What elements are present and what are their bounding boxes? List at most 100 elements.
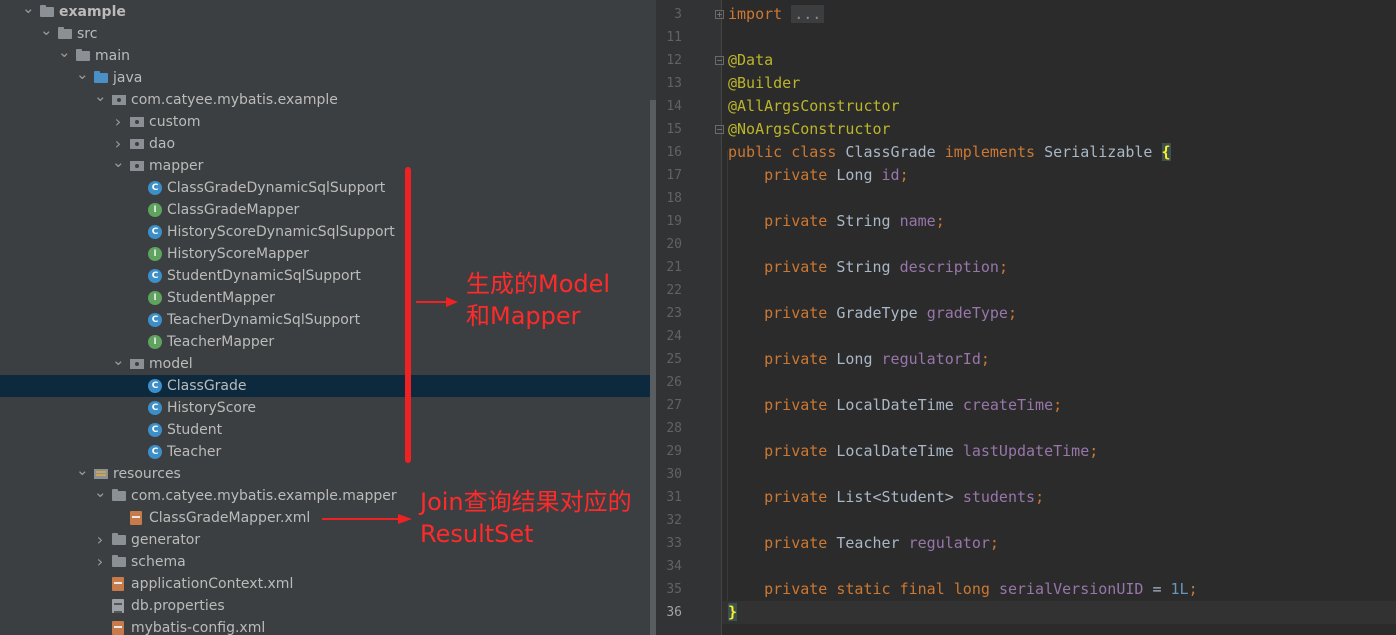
code-token: private: [764, 166, 837, 184]
code-line[interactable]: private Long id;: [728, 164, 909, 187]
tree-item-applicationcontext-xml[interactable]: applicationContext.xml: [0, 573, 656, 595]
code-line[interactable]: private String description;: [728, 256, 1008, 279]
code-token: Teacher: [836, 534, 909, 552]
code-line[interactable]: @Data: [728, 49, 773, 72]
code-token: name: [899, 212, 936, 230]
tree-item-teacher[interactable]: Teacher: [0, 441, 656, 463]
package-icon: [130, 117, 144, 127]
package-icon: [130, 139, 144, 149]
chevron-right-icon[interactable]: [94, 529, 106, 551]
code-token: private: [764, 396, 837, 414]
chevron-down-icon[interactable]: [112, 155, 124, 177]
code-line[interactable]: private GradeType gradeType;: [728, 302, 1017, 325]
tree-item-classgrademapper[interactable]: ClassGradeMapper: [0, 199, 656, 221]
fold-marker-icon[interactable]: +: [715, 10, 724, 19]
tree-item-classgradedynamicsqlsupport[interactable]: ClassGradeDynamicSqlSupport: [0, 177, 656, 199]
tree-item-custom[interactable]: custom: [0, 111, 656, 133]
tree-item-label: ClassGradeMapper: [167, 202, 300, 218]
code-line[interactable]: }: [728, 601, 738, 624]
class-icon: [148, 269, 162, 283]
code-line[interactable]: private LocalDateTime lastUpdateTime;: [728, 440, 1098, 463]
tree-item-example[interactable]: example: [0, 1, 656, 23]
line-number: 28: [666, 421, 682, 436]
code-token: String: [836, 258, 900, 276]
tree-item-classgrade[interactable]: ClassGrade: [0, 375, 656, 397]
tree-item-schema[interactable]: schema: [0, 551, 656, 573]
properties-file-icon: [112, 599, 124, 613]
code-line[interactable]: @NoArgsConstructor: [728, 118, 891, 141]
chevron-right-icon[interactable]: [112, 133, 124, 155]
chevron-down-icon[interactable]: [94, 89, 106, 111]
annotation-arrow-icon: [322, 514, 412, 524]
tree-item-model[interactable]: model: [0, 353, 656, 375]
tree-item-mapper[interactable]: mapper: [0, 155, 656, 177]
tree-item-label: TeacherDynamicSqlSupport: [167, 312, 361, 328]
tree-item-historyscoredynamicsqlsupport[interactable]: HistoryScoreDynamicSqlSupport: [0, 221, 656, 243]
code-token: regulator: [908, 534, 990, 552]
tree-item-student[interactable]: Student: [0, 419, 656, 441]
folder-icon: [76, 49, 90, 61]
code-token: Long: [836, 350, 882, 368]
tree-item-mybatis-config-xml[interactable]: mybatis-config.xml: [0, 617, 656, 635]
fold-marker-icon[interactable]: −: [715, 56, 724, 65]
code-token: private: [764, 304, 837, 322]
code-token: import: [728, 5, 783, 23]
tree-item-src[interactable]: src: [0, 23, 656, 45]
chevron-down-icon[interactable]: [76, 67, 88, 89]
chevron-down-icon[interactable]: [112, 353, 124, 375]
tree-item-main[interactable]: main: [0, 45, 656, 67]
code-token: private: [764, 350, 837, 368]
tree-item-historyscoremapper[interactable]: HistoryScoreMapper: [0, 243, 656, 265]
tree-item-label: StudentDynamicSqlSupport: [167, 268, 361, 284]
tree-item-label: HistoryScore: [167, 400, 257, 416]
code-line[interactable]: private List<Student> students;: [728, 486, 1044, 509]
chevron-right-icon[interactable]: [94, 551, 106, 573]
code-token: Long: [836, 166, 882, 184]
code-line[interactable]: @AllArgsConstructor: [728, 95, 900, 118]
tree-item-resources[interactable]: resources: [0, 463, 656, 485]
code-line[interactable]: private Teacher regulator;: [728, 532, 999, 555]
code-token: Serializable: [1044, 143, 1162, 161]
code-token: private: [764, 534, 837, 552]
code-line[interactable]: private static final long serialVersionU…: [728, 578, 1198, 601]
chevron-right-icon[interactable]: [112, 111, 124, 133]
code-line[interactable]: private String name;: [728, 210, 945, 233]
code-token: =: [1143, 580, 1171, 598]
line-number: 25: [666, 352, 682, 367]
project-folder-icon: [40, 5, 54, 17]
tree-item-label: src: [77, 26, 98, 42]
tree-item-label: HistoryScoreDynamicSqlSupport: [167, 224, 395, 240]
code-token: description: [899, 258, 999, 276]
class-icon: [148, 225, 162, 239]
code-line[interactable]: public class ClassGrade implements Seria…: [728, 141, 1171, 164]
code-line[interactable]: private LocalDateTime createTime;: [728, 394, 1062, 417]
code-token: @Data: [728, 51, 774, 69]
chevron-down-icon[interactable]: [40, 23, 52, 45]
code-token: ;: [1007, 304, 1017, 322]
tree-item-dao[interactable]: dao: [0, 133, 656, 155]
line-number: 17: [666, 168, 682, 183]
code-token: createTime: [962, 396, 1054, 414]
code-token: lastUpdateTime: [962, 442, 1090, 460]
code-token: private: [764, 258, 837, 276]
tree-item-teachermapper[interactable]: TeacherMapper: [0, 331, 656, 353]
fold-marker-icon[interactable]: −: [715, 125, 724, 134]
xml-file-icon: [112, 577, 124, 591]
tree-item-com-catyee-mybatis-example[interactable]: com.catyee.mybatis.example: [0, 89, 656, 111]
code-line[interactable]: @Builder: [728, 72, 800, 95]
code-line[interactable]: import ...: [728, 3, 825, 26]
code-token: LocalDateTime: [836, 442, 963, 460]
interface-icon: [148, 335, 162, 349]
tree-item-java[interactable]: java: [0, 67, 656, 89]
chevron-down-icon[interactable]: [22, 1, 34, 23]
tree-item-db-properties[interactable]: db.properties: [0, 595, 656, 617]
chevron-down-icon[interactable]: [58, 45, 70, 67]
line-number: 29: [666, 444, 682, 459]
chevron-down-icon[interactable]: [94, 485, 106, 507]
code-line[interactable]: private Long regulatorId;: [728, 348, 990, 371]
chevron-down-icon[interactable]: [76, 463, 88, 485]
tree-item-historyscore[interactable]: HistoryScore: [0, 397, 656, 419]
code-token: serialVersionUID: [998, 580, 1144, 598]
